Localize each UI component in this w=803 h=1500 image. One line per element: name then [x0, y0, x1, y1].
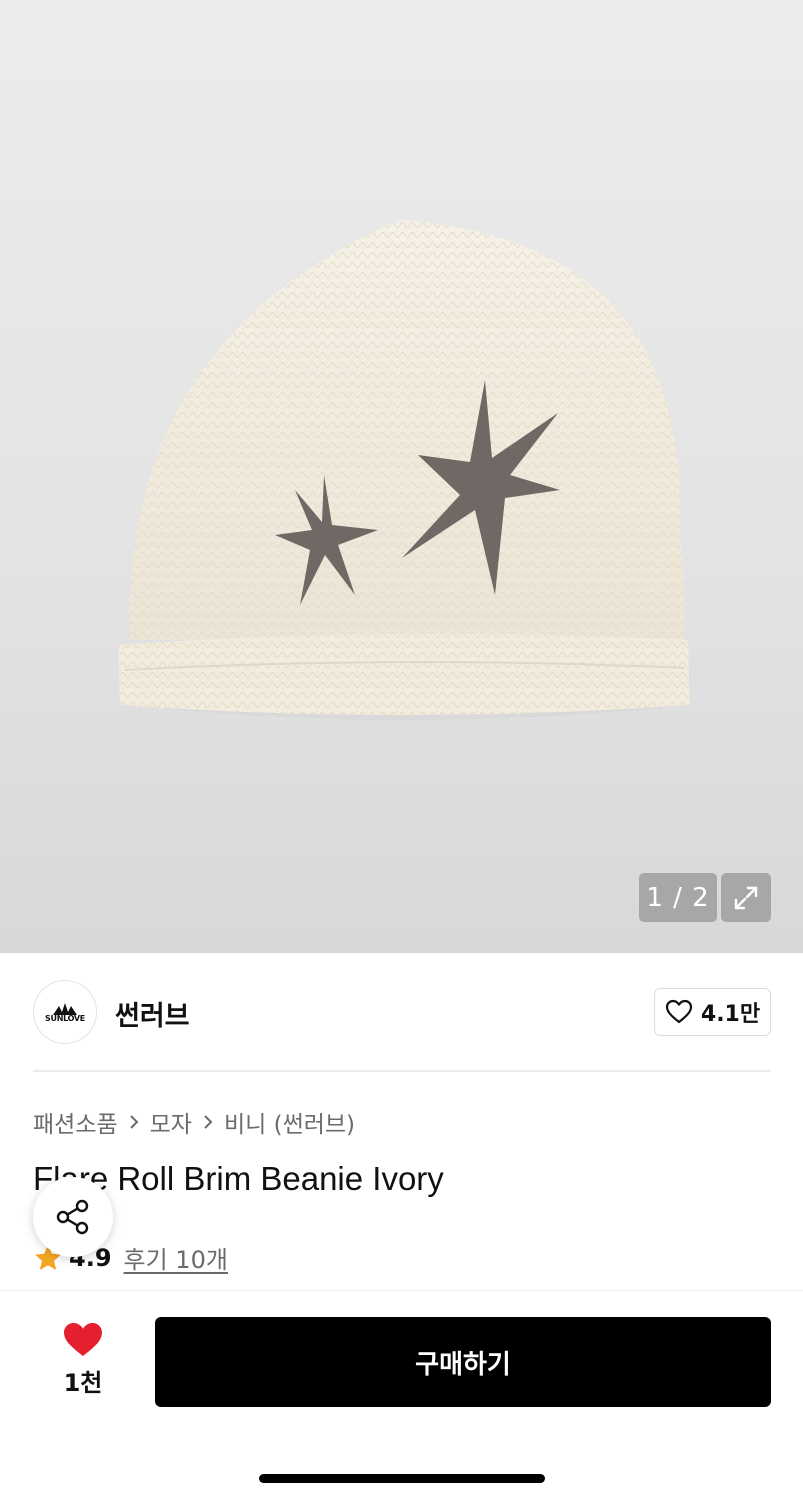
wish-count: 1천: [63, 1369, 103, 1397]
heart-filled-icon: [64, 1323, 102, 1356]
brand-like-button[interactable]: 4.1만: [654, 988, 771, 1036]
share-icon: [56, 1199, 89, 1235]
chevron-right-icon: [128, 1114, 140, 1130]
breadcrumb-item-current[interactable]: 비니 (썬러브): [224, 1105, 355, 1139]
brand-like-count: 4.1만: [700, 1002, 761, 1027]
image-pager-indicator: 1 / 2: [639, 873, 717, 922]
divider: [33, 1070, 771, 1072]
chevron-right-icon: [202, 1114, 214, 1130]
brand-row: SUNLOVE 썬러브 4.1만: [33, 980, 771, 1046]
breadcrumb-item-subcategory[interactable]: 모자: [150, 1105, 192, 1139]
brand-logo[interactable]: SUNLOVE: [33, 980, 97, 1044]
brand-logo-text: SUNLOVE: [45, 1013, 85, 1023]
buy-button[interactable]: 구매하기: [155, 1317, 771, 1407]
product-image-gallery[interactable]: 1 / 2: [0, 0, 803, 953]
breadcrumb: 패션소품 모자 비니 (썬러브): [33, 1105, 355, 1139]
share-button[interactable]: [33, 1177, 113, 1257]
brand-name[interactable]: 썬러브: [115, 994, 190, 1033]
expand-icon: [734, 886, 758, 909]
bottom-action-bar: 1천 구매하기: [0, 1290, 803, 1500]
home-indicator: [259, 1474, 545, 1483]
breadcrumb-item-category[interactable]: 패션소품: [33, 1105, 118, 1139]
reviews-link[interactable]: 후기 10개: [124, 1240, 228, 1275]
beanie-product-image: [118, 220, 690, 720]
expand-button[interactable]: [721, 873, 771, 922]
heart-outline-icon: [665, 999, 692, 1024]
wish-button[interactable]: 1천: [55, 1321, 111, 1398]
